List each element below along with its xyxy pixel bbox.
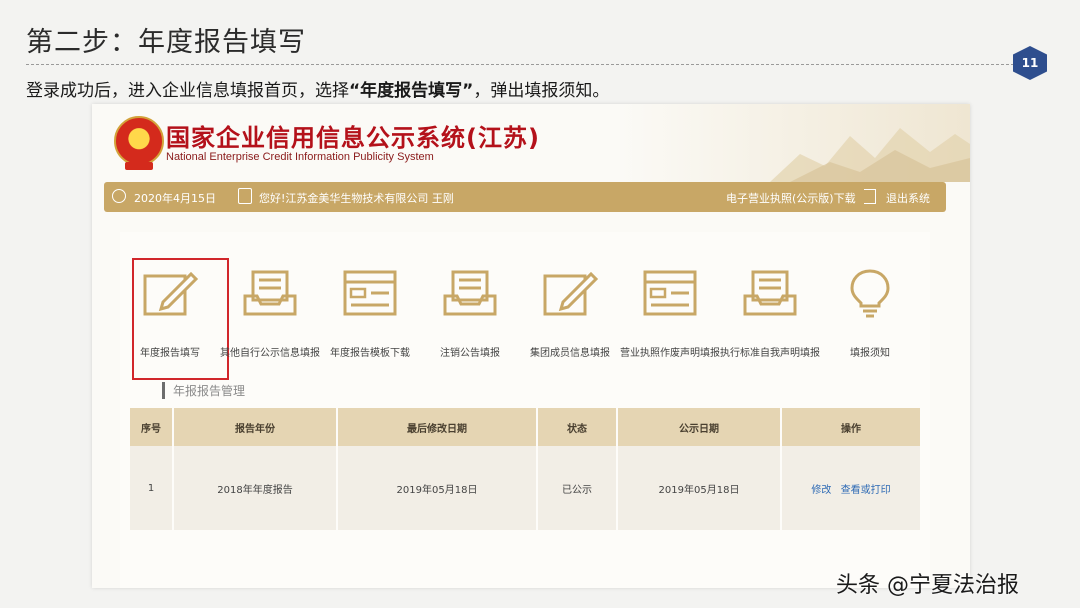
cell-index: 1 — [130, 446, 174, 530]
header-status: 状态 — [537, 408, 618, 446]
form-icon — [343, 270, 397, 316]
function-cancellation-notice[interactable]: 注销公告填报 — [420, 260, 520, 370]
function-template-download[interactable]: 年度报告模板下载 — [320, 260, 420, 370]
intro-highlight: “年度报告填写” — [349, 81, 474, 101]
reports-table: 序号 报告年份 最后修改日期 状态 公示日期 操作 1 2018年年度报告 20… — [130, 408, 922, 530]
cell-modified: 2019年05月18日 — [337, 446, 538, 530]
lightbulb-icon — [850, 269, 890, 318]
cell-published: 2019年05月18日 — [617, 446, 782, 530]
slide-title: 第二步：年度报告填写 — [26, 27, 306, 58]
inbox-icon — [743, 270, 797, 316]
national-emblem-icon — [114, 116, 164, 170]
great-wall-decoration-icon — [770, 128, 970, 182]
logout-link[interactable]: 退出系统 — [886, 190, 930, 206]
license-download-link[interactable]: 电子营业执照(公示版)下载 — [726, 190, 856, 206]
function-label: 填报须知 — [850, 348, 890, 359]
function-license-void[interactable]: 营业执照作废声明填报 — [620, 260, 720, 370]
table-row: 1 2018年年度报告 2019年05月18日 已公示 2019年05月18日 … — [130, 446, 922, 530]
edit-icon — [543, 271, 599, 316]
page-number-badge: 11 — [1013, 46, 1047, 80]
title-divider — [26, 64, 1014, 65]
site-subtitle: National Enterprise Credit Information P… — [166, 151, 434, 163]
user-greeting: 您好!江苏金美华生物技术有限公司 王刚 — [259, 192, 454, 205]
section-label: 年报报告管理 — [162, 382, 245, 399]
edit-icon — [143, 271, 199, 316]
current-date: 2020年4月15日 — [134, 192, 216, 205]
site-name: 国家企业信用信息公示系统(江苏) — [166, 124, 540, 152]
intro-suffix: ，弹出填报须知。 — [473, 81, 610, 101]
header-modified: 最后修改日期 — [337, 408, 538, 446]
intro-prefix: 登录成功后，进入企业信息填报首页，选择 — [26, 81, 349, 101]
function-annual-report[interactable]: 年度报告填写 — [120, 258, 229, 380]
inbox-icon — [443, 270, 497, 316]
form-icon — [643, 270, 697, 316]
cell-status: 已公示 — [537, 446, 618, 530]
cell-year: 2018年年度报告 — [173, 446, 338, 530]
function-filing-notice[interactable]: 填报须知 — [820, 260, 920, 370]
table-header-row: 序号 报告年份 最后修改日期 状态 公示日期 操作 — [130, 408, 922, 446]
header-index: 序号 — [130, 408, 174, 446]
user-icon — [238, 188, 252, 204]
user-info-bar: 2020年4月15日 您好!江苏金美华生物技术有限公司 王刚 电子营业执照(公示… — [104, 182, 946, 212]
logout-icon[interactable] — [864, 189, 876, 204]
clock-icon — [112, 189, 126, 203]
function-group-members[interactable]: 集团成员信息填报 — [520, 260, 620, 370]
function-standard-declaration[interactable]: 执行标准自我声明填报 — [720, 260, 820, 370]
cell-actions: 修改 查看或打印 — [781, 446, 922, 530]
function-panel: 年度报告填写 其他自行公示信息填报 年度报告模板下载 注销公告填报 集团成员信息… — [120, 232, 930, 588]
header-published: 公示日期 — [617, 408, 782, 446]
view-print-link[interactable]: 查看或打印 — [841, 485, 891, 496]
function-other-disclosure[interactable]: 其他自行公示信息填报 — [220, 260, 320, 370]
header-year: 报告年份 — [173, 408, 338, 446]
source-watermark: 头条 @宁夏法治报 — [836, 573, 1019, 598]
site-header: 国家企业信用信息公示系统(江苏) National Enterprise Cre… — [92, 104, 970, 182]
header-actions: 操作 — [781, 408, 922, 446]
website-screenshot: 国家企业信用信息公示系统(江苏) National Enterprise Cre… — [92, 104, 970, 588]
edit-link[interactable]: 修改 — [811, 485, 831, 496]
inbox-icon — [243, 270, 297, 316]
intro-text: 登录成功后，进入企业信息填报首页，选择“年度报告填写”，弹出填报须知。 — [26, 76, 609, 101]
